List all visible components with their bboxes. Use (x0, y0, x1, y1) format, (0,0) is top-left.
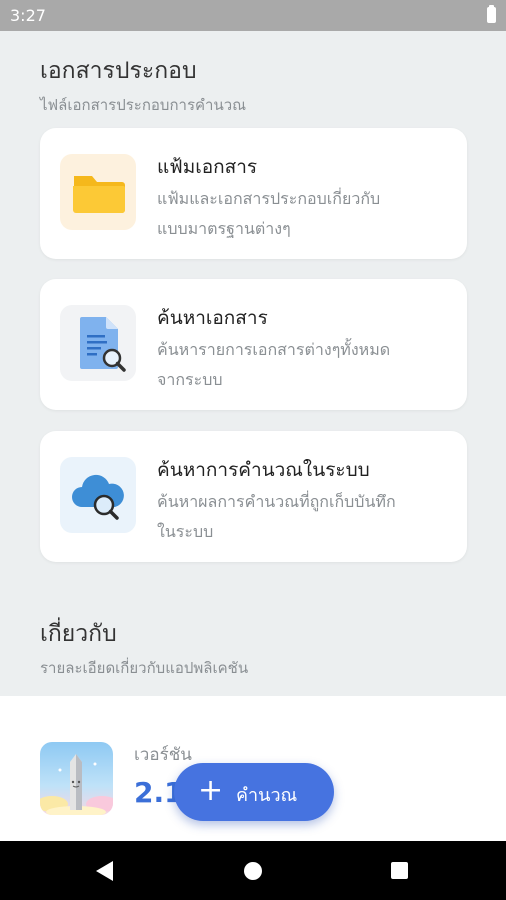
card-description: แฟ้มและเอกสารประกอบเกี่ยวกับ แบบมาตรฐานต… (157, 184, 457, 244)
documents-section-subtitle: ไฟล์เอกสารประกอบการคำนวณ (40, 96, 247, 114)
card-title: ค้นหาเอกสาร (157, 307, 268, 329)
plus-icon: + (198, 773, 224, 808)
version-label: เวอร์ชัน (134, 745, 192, 765)
battery-icon (487, 5, 496, 23)
fab-label: คำนวณ (236, 785, 298, 806)
back-icon[interactable] (96, 861, 113, 881)
card-document-search[interactable]: ค้นหาเอกสาร ค้นหารายการเอกสารต่างๆทั้งหม… (40, 279, 467, 410)
card-desc-line: แบบมาตรฐานต่างๆ (157, 219, 291, 238)
navigation-bar (0, 841, 506, 900)
about-section-subtitle: รายละเอียดเกี่ยวกับแอปพลิเคชัน (40, 659, 249, 677)
document-search-icon (60, 305, 136, 381)
cloud-search-icon (60, 457, 136, 533)
calculate-fab-button[interactable]: + คำนวณ (174, 763, 334, 821)
card-calculation-search[interactable]: ค้นหาการคำนวณในระบบ ค้นหาผลการคำนวณที่ถู… (40, 431, 467, 562)
card-desc-line: ในระบบ (157, 522, 214, 541)
status-time: 3:27 (10, 6, 46, 25)
status-bar: 3:27 (0, 0, 506, 31)
main-content: เอกสารประกอบ ไฟล์เอกสารประกอบการคำนวณ แฟ… (0, 31, 506, 841)
documents-section-title: เอกสารประกอบ (40, 58, 197, 84)
card-description: ค้นหาผลการคำนวณที่ถูกเก็บบันทึก ในระบบ (157, 487, 457, 547)
card-desc-line: แฟ้มและเอกสารประกอบเกี่ยวกับ (157, 189, 381, 208)
recents-icon[interactable] (391, 862, 408, 879)
card-desc-line: จากระบบ (157, 370, 223, 389)
card-desc-line: ค้นหาผลการคำนวณที่ถูกเก็บบันทึก (157, 492, 396, 511)
about-section-title: เกี่ยวกับ (40, 621, 117, 647)
card-title: ค้นหาการคำนวณในระบบ (157, 459, 370, 481)
card-description: ค้นหารายการเอกสารต่างๆทั้งหมด จากระบบ (157, 335, 457, 395)
home-icon[interactable] (244, 862, 262, 880)
app-logo (40, 742, 113, 815)
folder-icon (60, 154, 136, 230)
card-document-folder[interactable]: แฟ้มเอกสาร แฟ้มและเอกสารประกอบเกี่ยวกับ … (40, 128, 467, 259)
card-desc-line: ค้นหารายการเอกสารต่างๆทั้งหมด (157, 340, 391, 359)
card-title: แฟ้มเอกสาร (157, 156, 258, 178)
